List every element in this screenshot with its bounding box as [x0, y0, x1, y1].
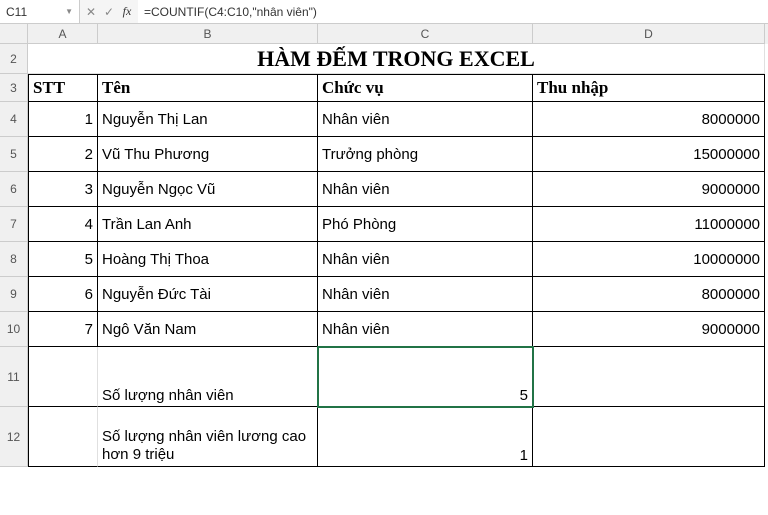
name-box[interactable]: C11 ▼: [0, 0, 80, 23]
hdr-stt[interactable]: STT: [28, 74, 98, 102]
formula-text: =COUNTIF(C4:C10,"nhân viên"): [144, 5, 317, 19]
check-icon[interactable]: ✓: [100, 5, 118, 19]
table-row: 8 5 Hoàng Thị Thoa Nhân viên 10000000: [0, 242, 768, 277]
row-header[interactable]: 7: [0, 207, 28, 242]
row-header[interactable]: 8: [0, 242, 28, 277]
cell-empty[interactable]: [533, 347, 765, 407]
row-header[interactable]: 10: [0, 312, 28, 347]
header-row: 3 STT Tên Chức vụ Thu nhập: [0, 74, 768, 102]
cell-tn[interactable]: 8000000: [533, 277, 765, 312]
summary-value-selected[interactable]: 5: [318, 347, 533, 407]
cell-empty[interactable]: [28, 407, 98, 467]
row-header[interactable]: 5: [0, 137, 28, 172]
row-header[interactable]: 3: [0, 74, 28, 102]
cell-ten[interactable]: Hoàng Thị Thoa: [98, 242, 318, 277]
cell-tn[interactable]: 11000000: [533, 207, 765, 242]
rows: 2 HÀM ĐẾM TRONG EXCEL 3 STT Tên Chức vụ …: [0, 44, 768, 467]
table-row: 10 7 Ngô Văn Nam Nhân viên 9000000: [0, 312, 768, 347]
cell-cv[interactable]: Nhân viên: [318, 172, 533, 207]
table-row: 5 2 Vũ Thu Phương Trưởng phòng 15000000: [0, 137, 768, 172]
cell-stt[interactable]: 6: [28, 277, 98, 312]
cell-cv[interactable]: Nhân viên: [318, 312, 533, 347]
hdr-tn[interactable]: Thu nhập: [533, 74, 765, 102]
cell-ten[interactable]: Trần Lan Anh: [98, 207, 318, 242]
cell-cv[interactable]: Nhân viên: [318, 242, 533, 277]
summary-row: 11 Số lượng nhân viên 5: [0, 347, 768, 407]
cell-ten[interactable]: Nguyễn Ngọc Vũ: [98, 172, 318, 207]
cell-tn[interactable]: 8000000: [533, 102, 765, 137]
fx-icon[interactable]: fx: [118, 4, 136, 19]
formula-input[interactable]: =COUNTIF(C4:C10,"nhân viên"): [138, 0, 768, 23]
select-all-corner[interactable]: [0, 24, 28, 44]
row-header[interactable]: 12: [0, 407, 28, 467]
cell-cv[interactable]: Trưởng phòng: [318, 137, 533, 172]
cell-empty[interactable]: [533, 407, 765, 467]
table-row: 6 3 Nguyễn Ngọc Vũ Nhân viên 9000000: [0, 172, 768, 207]
col-header-a[interactable]: A: [28, 24, 98, 44]
row-header[interactable]: 6: [0, 172, 28, 207]
cell-empty[interactable]: [28, 347, 98, 407]
cell-cv[interactable]: Nhân viên: [318, 102, 533, 137]
spreadsheet-grid: A B C D 2 HÀM ĐẾM TRONG EXCEL 3 STT Tên …: [0, 24, 768, 467]
cell-ten[interactable]: Vũ Thu Phương: [98, 137, 318, 172]
table-row: 7 4 Trần Lan Anh Phó Phòng 11000000: [0, 207, 768, 242]
table-row: 9 6 Nguyễn Đức Tài Nhân viên 8000000: [0, 277, 768, 312]
summary-value[interactable]: 1: [318, 407, 533, 467]
row-header[interactable]: 9: [0, 277, 28, 312]
cancel-icon[interactable]: ✕: [82, 5, 100, 19]
chevron-down-icon[interactable]: ▼: [65, 7, 73, 16]
column-headers: A B C D: [0, 24, 768, 44]
col-header-d[interactable]: D: [533, 24, 765, 44]
cell-ten[interactable]: Nguyễn Đức Tài: [98, 277, 318, 312]
summary-label[interactable]: Số lượng nhân viên lương cao hơn 9 triệu: [98, 407, 318, 467]
cell-stt[interactable]: 5: [28, 242, 98, 277]
title-cell[interactable]: HÀM ĐẾM TRONG EXCEL: [28, 44, 765, 74]
cell-tn[interactable]: 15000000: [533, 137, 765, 172]
cell-stt[interactable]: 3: [28, 172, 98, 207]
cell-tn[interactable]: 9000000: [533, 172, 765, 207]
cell-stt[interactable]: 4: [28, 207, 98, 242]
col-header-c[interactable]: C: [318, 24, 533, 44]
cell-ten[interactable]: Ngô Văn Nam: [98, 312, 318, 347]
cell-stt[interactable]: 1: [28, 102, 98, 137]
row-header[interactable]: 11: [0, 347, 28, 407]
formula-buttons: ✕ ✓ fx: [80, 0, 138, 23]
summary-label[interactable]: Số lượng nhân viên: [98, 347, 318, 407]
row-header[interactable]: 4: [0, 102, 28, 137]
name-box-text: C11: [6, 5, 27, 19]
title-row: 2 HÀM ĐẾM TRONG EXCEL: [0, 44, 768, 74]
table-row: 4 1 Nguyễn Thị Lan Nhân viên 8000000: [0, 102, 768, 137]
cell-cv[interactable]: Nhân viên: [318, 277, 533, 312]
hdr-ten[interactable]: Tên: [98, 74, 318, 102]
col-header-b[interactable]: B: [98, 24, 318, 44]
cell-stt[interactable]: 7: [28, 312, 98, 347]
cell-cv[interactable]: Phó Phòng: [318, 207, 533, 242]
cell-stt[interactable]: 2: [28, 137, 98, 172]
title-text: HÀM ĐẾM TRONG EXCEL: [257, 46, 535, 72]
row-header[interactable]: 2: [0, 44, 28, 74]
cell-tn[interactable]: 9000000: [533, 312, 765, 347]
formula-bar: C11 ▼ ✕ ✓ fx =COUNTIF(C4:C10,"nhân viên"…: [0, 0, 768, 24]
summary-row: 12 Số lượng nhân viên lương cao hơn 9 tr…: [0, 407, 768, 467]
cell-ten[interactable]: Nguyễn Thị Lan: [98, 102, 318, 137]
cell-tn[interactable]: 10000000: [533, 242, 765, 277]
hdr-cv[interactable]: Chức vụ: [318, 74, 533, 102]
